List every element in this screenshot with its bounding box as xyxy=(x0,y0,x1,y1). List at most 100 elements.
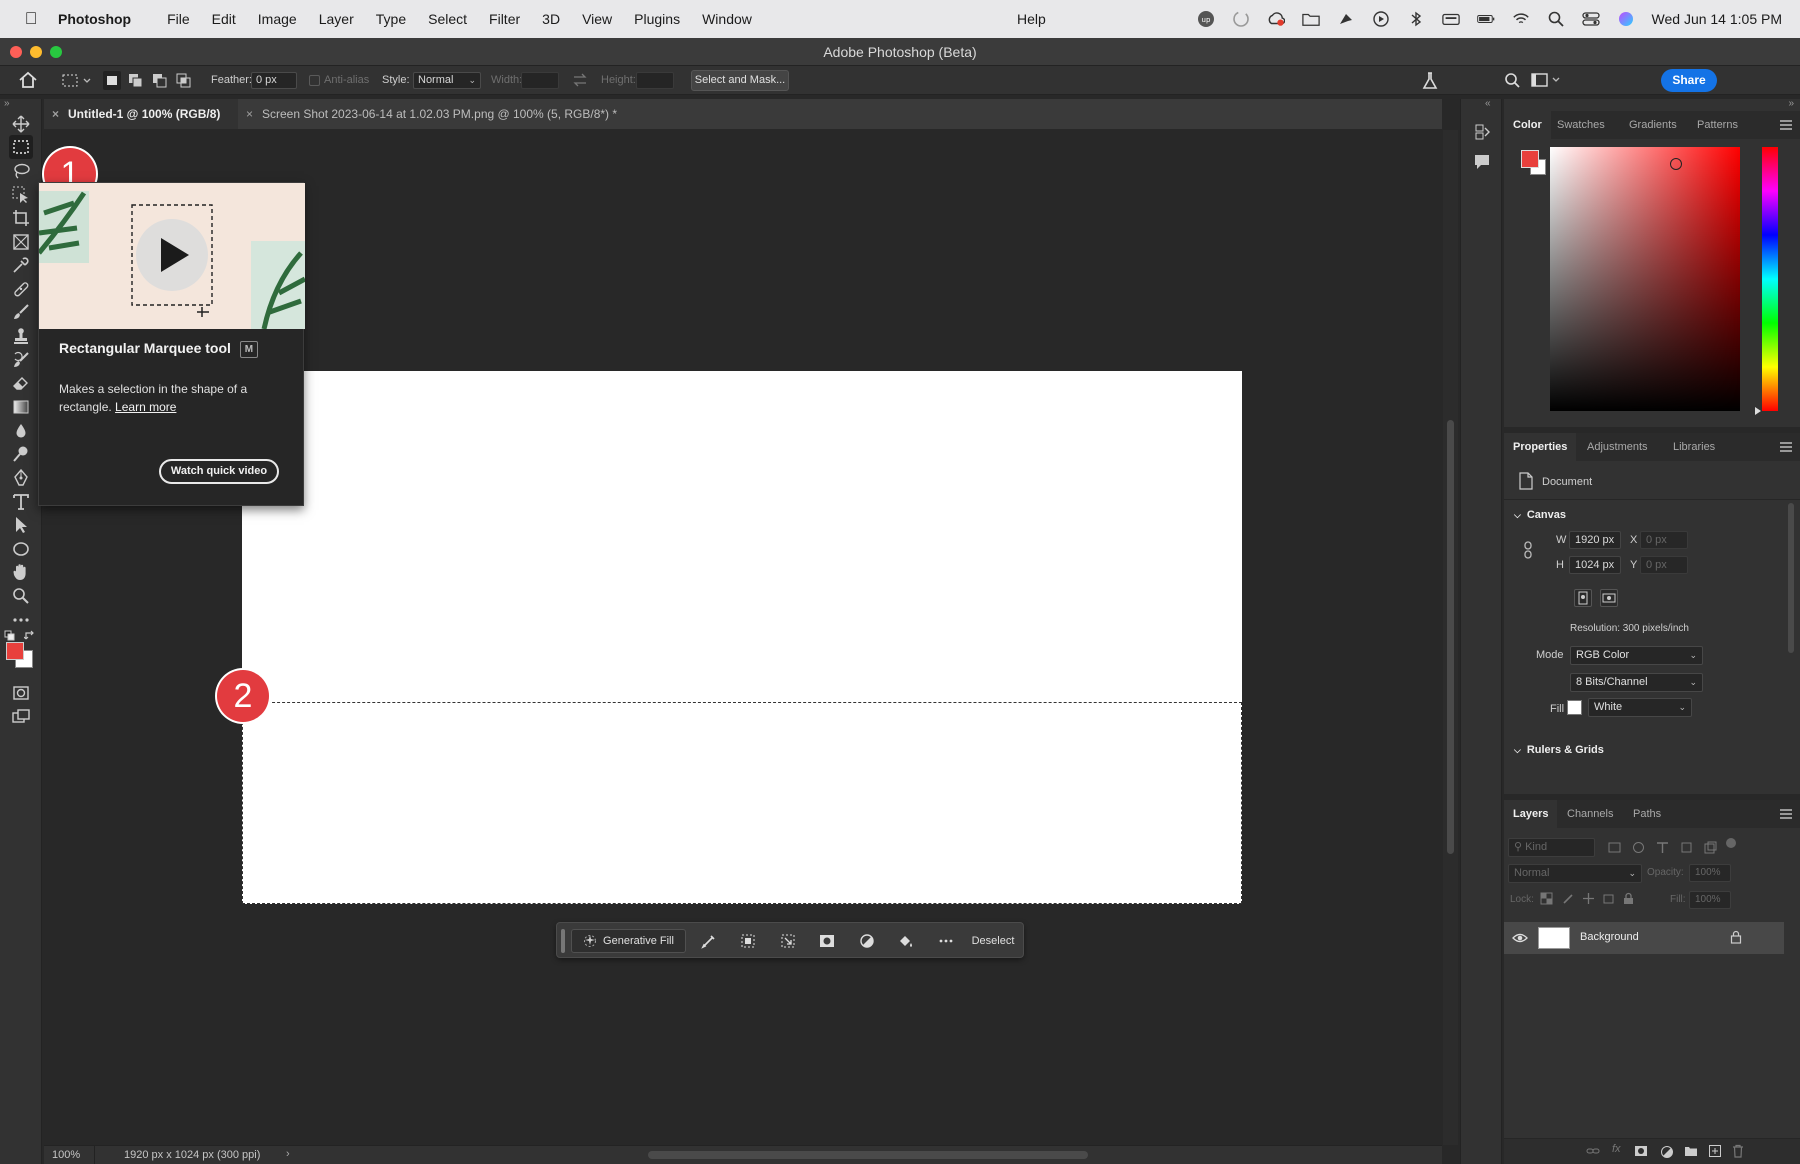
menu-type[interactable]: Type xyxy=(376,11,406,27)
fill-selection-icon[interactable] xyxy=(892,929,920,953)
panel-menu-icon[interactable] xyxy=(1780,120,1792,130)
bluetooth-icon[interactable] xyxy=(1407,11,1425,27)
panel-menu-icon[interactable] xyxy=(1780,809,1792,819)
menu-window[interactable]: Window xyxy=(702,11,752,27)
workspace-layout-icon[interactable] xyxy=(1531,72,1561,91)
more-tools-icon[interactable] xyxy=(9,608,33,632)
deselect-button[interactable]: Deselect xyxy=(967,929,1019,953)
hue-slider-handle[interactable] xyxy=(1755,407,1761,415)
fx-layer-style-icon[interactable]: fx xyxy=(1612,1143,1621,1155)
tooltip-preview-video[interactable] xyxy=(39,183,305,329)
share-button[interactable]: Share xyxy=(1661,69,1717,92)
keyboard-icon[interactable] xyxy=(1441,11,1460,27)
more-options-icon[interactable] xyxy=(932,929,960,953)
filter-toggle-switch[interactable] xyxy=(1726,838,1736,848)
canvas-section-header[interactable]: ⌵ Canvas xyxy=(1514,509,1566,521)
lock-image-pixels-icon[interactable] xyxy=(1562,892,1575,908)
eraser-tool-icon[interactable] xyxy=(9,371,33,395)
eye-visibility-icon[interactable] xyxy=(1512,931,1528,948)
landscape-orientation-icon[interactable] xyxy=(1600,589,1618,607)
canvas-width-input[interactable]: 1920 px xyxy=(1569,531,1621,549)
home-icon[interactable] xyxy=(18,71,38,92)
portrait-orientation-icon[interactable] xyxy=(1574,589,1592,607)
dodge-tool-icon[interactable] xyxy=(9,442,33,466)
apple-icon[interactable]:  xyxy=(20,9,42,29)
hand-tool-icon[interactable] xyxy=(9,560,33,584)
creative-cloud-icon[interactable] xyxy=(1267,11,1285,27)
control-center-icon[interactable] xyxy=(1581,11,1600,27)
delete-layer-icon[interactable] xyxy=(1732,1144,1744,1161)
feather-input[interactable]: 0 px xyxy=(251,72,297,89)
canvas-y-input[interactable]: 0 px xyxy=(1640,556,1688,574)
layer-name[interactable]: Background xyxy=(1580,931,1639,943)
transform-selection-icon[interactable] xyxy=(774,929,802,953)
move-tool-icon[interactable] xyxy=(9,112,33,136)
menu-3d[interactable]: 3D xyxy=(542,11,560,27)
comments-panel-icon[interactable] xyxy=(1473,153,1491,174)
menubar-clock[interactable]: Wed Jun 14 1:05 PM xyxy=(1652,11,1782,27)
blend-mode-select[interactable]: Normal ⌄ xyxy=(1508,864,1642,883)
siri-icon[interactable] xyxy=(1617,11,1635,27)
fill-select[interactable]: White ⌄ xyxy=(1588,698,1692,717)
subtract-from-selection-icon[interactable] xyxy=(151,72,169,93)
filter-type-layers-icon[interactable] xyxy=(1656,841,1669,857)
fill-color-swatch[interactable] xyxy=(1567,700,1582,715)
bit-depth-select[interactable]: 8 Bits/Channel ⌄ xyxy=(1570,673,1703,692)
intersect-selection-icon[interactable] xyxy=(175,72,193,93)
link-layers-icon[interactable] xyxy=(1586,1145,1600,1160)
canvas-height-input[interactable]: 1024 px xyxy=(1569,556,1621,574)
play-circle-icon[interactable] xyxy=(1372,11,1390,27)
history-brush-tool-icon[interactable] xyxy=(9,348,33,372)
zoom-window-button[interactable] xyxy=(50,46,62,58)
menu-select[interactable]: Select xyxy=(428,11,467,27)
select-and-mask-button[interactable]: Select and Mask... xyxy=(691,70,789,91)
beta-lab-flask-icon[interactable] xyxy=(1421,71,1439,94)
collapse-panels-icon[interactable]: « xyxy=(1485,98,1491,109)
new-layer-icon[interactable] xyxy=(1708,1144,1722,1161)
lock-all-icon[interactable] xyxy=(1622,892,1635,908)
foreground-color-chip[interactable] xyxy=(1521,150,1539,168)
close-tab-icon[interactable]: × xyxy=(52,99,59,129)
menu-edit[interactable]: Edit xyxy=(212,11,236,27)
spotlight-search-icon[interactable] xyxy=(1547,11,1565,27)
style-select[interactable]: Normal ⌄ xyxy=(413,72,481,89)
vertical-scrollbar-track[interactable] xyxy=(1443,130,1458,1145)
anti-alias-checkbox[interactable] xyxy=(309,75,320,86)
canvas-x-input[interactable]: 0 px xyxy=(1640,531,1688,549)
lock-artboard-icon[interactable] xyxy=(1602,892,1615,908)
frame-tool-icon[interactable] xyxy=(9,230,33,254)
menu-view[interactable]: View xyxy=(582,11,612,27)
document-info[interactable]: 1920 px x 1024 px (300 ppi) xyxy=(124,1149,260,1161)
tab-gradients[interactable]: Gradients xyxy=(1620,111,1686,139)
tab-layers[interactable]: Layers xyxy=(1504,800,1558,828)
adjustment-layer-icon[interactable] xyxy=(853,929,881,953)
folder-icon[interactable] xyxy=(1301,11,1320,27)
layer-row-background[interactable]: Background xyxy=(1504,922,1784,954)
brush-tool-icon[interactable] xyxy=(9,300,33,324)
menu-plugins[interactable]: Plugins xyxy=(634,11,680,27)
new-group-icon[interactable] xyxy=(1684,1145,1698,1160)
menu-image[interactable]: Image xyxy=(258,11,297,27)
vertical-scrollbar-thumb[interactable] xyxy=(1447,420,1454,854)
filter-shape-layers-icon[interactable] xyxy=(1680,841,1693,857)
layer-lock-icon[interactable] xyxy=(1730,930,1742,947)
filter-smart-objects-icon[interactable] xyxy=(1704,841,1717,857)
fill-opacity-input[interactable]: 100% xyxy=(1689,891,1731,909)
lock-position-icon[interactable] xyxy=(1582,892,1595,908)
lasso-tool-icon[interactable] xyxy=(9,159,33,183)
quick-mask-icon[interactable] xyxy=(9,681,33,705)
taskbar-drag-handle[interactable] xyxy=(561,929,565,953)
add-mask-icon[interactable] xyxy=(1634,1145,1648,1160)
menu-file[interactable]: File xyxy=(167,11,190,27)
menu-filter[interactable]: Filter xyxy=(489,11,520,27)
width-input[interactable] xyxy=(521,72,559,89)
filter-adjustment-layers-icon[interactable] xyxy=(1632,841,1645,857)
crop-tool-icon[interactable] xyxy=(9,206,33,230)
chevron-right-icon[interactable]: › xyxy=(286,1148,290,1160)
eyedropper-tool-icon[interactable] xyxy=(9,253,33,277)
swap-dimensions-icon[interactable] xyxy=(572,73,588,90)
sync-icon[interactable] xyxy=(1232,11,1250,27)
rectangular-selection[interactable] xyxy=(242,702,1242,904)
generative-fill-button[interactable]: Generative Fill xyxy=(571,929,686,953)
lock-transparent-pixels-icon[interactable] xyxy=(1540,892,1553,908)
